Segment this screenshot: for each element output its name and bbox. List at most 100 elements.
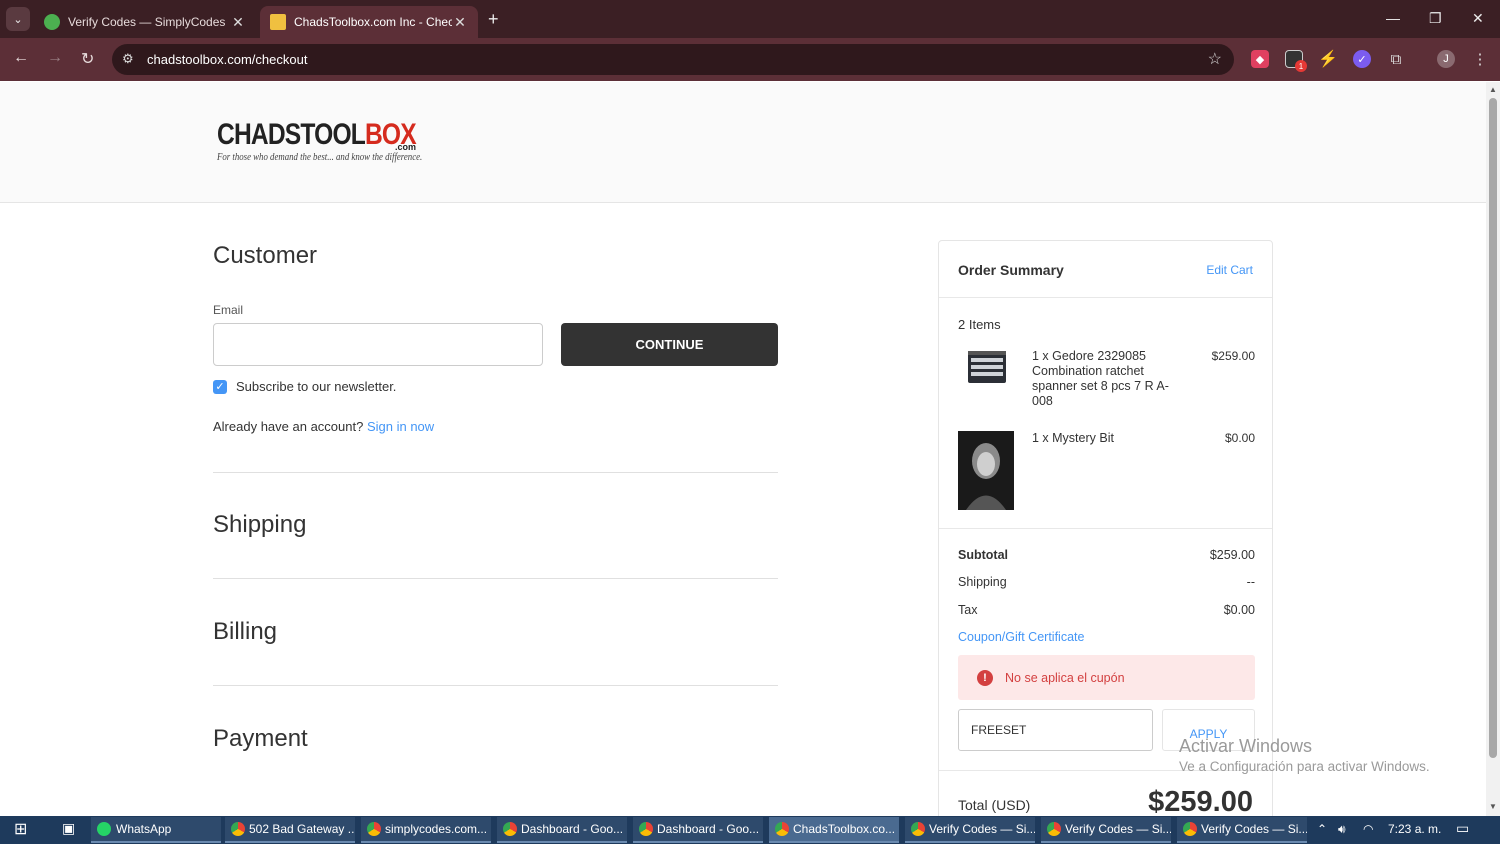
tab-search-button[interactable]: ⌄ — [6, 7, 30, 31]
chrome-icon — [503, 822, 517, 836]
chrome-icon — [1047, 822, 1061, 836]
taskbar-item-label: Verify Codes — Si... — [929, 822, 1035, 836]
product-image[interactable] — [958, 349, 1014, 394]
chrome-icon — [1183, 822, 1197, 836]
extension-icon[interactable]: 1 — [1285, 50, 1307, 72]
summary-divider — [939, 528, 1272, 529]
edit-cart-link[interactable]: Edit Cart — [1206, 263, 1253, 277]
item-name: 1 x Gedore 2329085 Combination ratchet s… — [1032, 349, 1169, 408]
page-scrollbar[interactable]: ▲ ▼ — [1486, 82, 1500, 816]
taskbar-item-label: Verify Codes — Si... — [1201, 822, 1307, 836]
chrome-icon — [775, 822, 789, 836]
email-field[interactable] — [213, 323, 543, 366]
back-icon[interactable]: ← — [13, 49, 29, 67]
logo-text: CHADSTOOL — [217, 118, 366, 151]
scrollbar-thumb[interactable] — [1489, 98, 1497, 758]
portrait-image-icon — [958, 431, 1014, 510]
taskbar-item-label: ChadsToolbox.co... — [793, 822, 896, 836]
coupon-link[interactable]: Coupon/Gift Certificate — [958, 630, 1084, 644]
new-tab-button[interactable]: + — [488, 9, 499, 30]
scroll-down-icon[interactable]: ▼ — [1489, 802, 1497, 811]
list-item: 1 x Mystery Bit $0.00 — [958, 431, 1255, 511]
menu-icon[interactable]: ⋮ — [1471, 50, 1489, 68]
section-divider — [213, 578, 778, 579]
close-tab-icon[interactable]: ✕ — [230, 14, 246, 31]
restore-icon[interactable]: ❐ — [1429, 10, 1442, 27]
simplycodes-extension-icon[interactable]: ⚡ — [1318, 50, 1338, 68]
scroll-up-icon[interactable]: ▲ — [1489, 85, 1497, 94]
tab-title: Verify Codes — SimplyCodes — [68, 15, 226, 29]
tab-chadstoolbox[interactable]: ChadsToolbox.com Inc - Checkout ✕ — [260, 6, 478, 38]
taskbar-item-whatsapp[interactable]: WhatsApp — [91, 817, 221, 843]
toolbox-image-icon — [968, 351, 1006, 383]
site-settings-icon[interactable]: ⚙ — [122, 51, 134, 67]
start-icon[interactable]: ⊞ — [14, 819, 27, 839]
badge-count: 1 — [1295, 60, 1307, 72]
taskbar-item-label: Dashboard - Goo... — [521, 822, 624, 836]
close-tab-icon[interactable]: ✕ — [452, 14, 468, 31]
taskbar-item-chrome-active[interactable]: ChadsToolbox.co... — [769, 817, 899, 843]
subtotal-value: $259.00 — [1209, 548, 1255, 562]
address-bar[interactable]: ⚙ chadstoolbox.com/checkout ☆ — [112, 44, 1234, 75]
task-view-icon[interactable]: ▣ — [62, 820, 75, 837]
shipping-row: Shipping -- — [958, 575, 1255, 589]
watermark-title: Activar Windows — [1179, 736, 1313, 756]
billing-heading: Billing — [213, 618, 278, 645]
newsletter-label: Subscribe to our newsletter. — [236, 379, 397, 394]
chevron-up-icon[interactable]: ⌃ — [1317, 822, 1327, 836]
tab-title: ChadsToolbox.com Inc - Checkout — [294, 15, 452, 29]
tax-value: $0.00 — [1223, 603, 1255, 617]
subtotal-label: Subtotal — [958, 548, 1008, 562]
forward-icon[interactable]: → — [47, 49, 63, 67]
taskbar-item-chrome[interactable]: Dashboard - Goo... — [497, 817, 627, 843]
items-count: 2 Items — [958, 317, 1001, 332]
taskbar-item-label: Verify Codes — Si... — [1065, 822, 1171, 836]
whatsapp-icon — [97, 822, 111, 836]
payment-heading: Payment — [213, 725, 308, 752]
chrome-icon — [911, 822, 925, 836]
avatar[interactable]: J — [1437, 50, 1455, 68]
bookmark-star-icon[interactable]: ☆ — [1208, 49, 1222, 69]
shield-extension-icon[interactable]: ◆ — [1251, 50, 1269, 68]
tab-simplycodes[interactable]: Verify Codes — SimplyCodes ✕ — [34, 6, 256, 38]
wifi-icon[interactable]: ◠ — [1363, 822, 1373, 836]
taskbar-item-chrome[interactable]: Verify Codes — Si... — [1177, 817, 1307, 843]
clock[interactable]: 7:23 a. m. — [1388, 822, 1441, 836]
section-divider — [213, 472, 778, 473]
newsletter-checkbox-row[interactable]: ✓ Subscribe to our newsletter. — [213, 379, 396, 394]
taskbar-item-label: Dashboard - Goo... — [657, 822, 760, 836]
continue-button[interactable]: CONTINUE — [561, 323, 778, 366]
browser-toolbar: ← → ↻ ⚙ chadstoolbox.com/checkout ☆ ◆ 1 … — [0, 38, 1500, 81]
site-logo[interactable]: CHADSTOOLBOX .com For those who demand t… — [217, 118, 459, 163]
coupon-error-text: No se aplica el cupón — [1005, 670, 1125, 685]
account-prompt: Already have an account? — [213, 419, 364, 434]
chrome-icon — [367, 822, 381, 836]
checkout-page: CHADSTOOLBOX .com For those who demand t… — [0, 82, 1486, 816]
summary-divider — [939, 297, 1272, 298]
section-divider — [213, 685, 778, 686]
item-price: $0.00 — [1224, 431, 1255, 445]
watermark-subtitle: Ve a Configuración para activar Windows. — [1179, 759, 1430, 774]
taskbar-item-chrome[interactable]: 502 Bad Gateway ... — [225, 817, 355, 843]
coupon-input[interactable] — [958, 709, 1153, 751]
close-window-icon[interactable]: ✕ — [1472, 10, 1484, 27]
product-image[interactable] — [958, 431, 1014, 515]
puzzle-icon[interactable]: ⧉ — [1387, 50, 1405, 68]
minimize-icon[interactable]: — — [1386, 10, 1400, 26]
shipping-value: -- — [1246, 575, 1255, 589]
subtotal-row: Subtotal $259.00 — [958, 548, 1255, 562]
taskbar-item-chrome[interactable]: Verify Codes — Si... — [905, 817, 1035, 843]
taskbar-item-label: 502 Bad Gateway ... — [249, 822, 355, 836]
notifications-icon[interactable]: ▭ — [1456, 820, 1469, 837]
signin-link[interactable]: Sign in now — [367, 419, 434, 434]
checkbox-checked-icon[interactable]: ✓ — [213, 379, 227, 394]
taskbar-item-chrome[interactable]: Dashboard - Goo... — [633, 817, 763, 843]
chrome-icon — [639, 822, 653, 836]
extension-icon[interactable]: ✓ — [1353, 50, 1371, 68]
taskbar-item-chrome[interactable]: Verify Codes — Si... — [1041, 817, 1171, 843]
taskbar-item-chrome[interactable]: simplycodes.com... — [361, 817, 491, 843]
windows-activation-watermark: Activar Windows Ve a Configuración para … — [1179, 736, 1430, 774]
reload-icon[interactable]: ↻ — [81, 49, 94, 69]
volume-icon[interactable]: 🔊︎ — [1338, 822, 1346, 837]
total-value: $259.00 — [1148, 786, 1253, 816]
